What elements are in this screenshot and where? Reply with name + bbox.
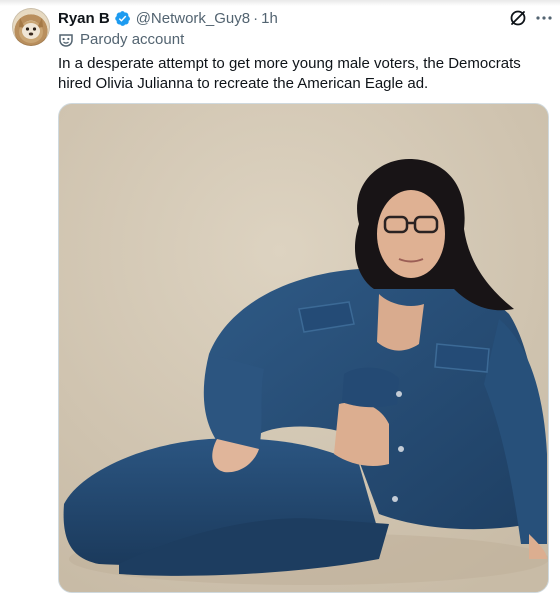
- post-image[interactable]: [58, 103, 549, 593]
- post-text: In a desperate attempt to get more young…: [58, 55, 521, 92]
- mask-icon: [59, 33, 73, 47]
- parody-label: Parody account: [58, 31, 184, 48]
- separator-dot: ·: [253, 9, 259, 27]
- previous-post-edge: [0, 0, 560, 6]
- more-icon[interactable]: [534, 8, 554, 28]
- grok-icon[interactable]: [508, 8, 528, 28]
- author-name[interactable]: Ryan B: [58, 10, 110, 27]
- avatar[interactable]: [12, 8, 50, 46]
- author-handle[interactable]: @Network_Guy8: [136, 10, 250, 27]
- verified-badge-icon: [114, 10, 130, 26]
- timestamp[interactable]: 1h: [261, 10, 278, 27]
- parody-label-text: Parody account: [80, 31, 185, 48]
